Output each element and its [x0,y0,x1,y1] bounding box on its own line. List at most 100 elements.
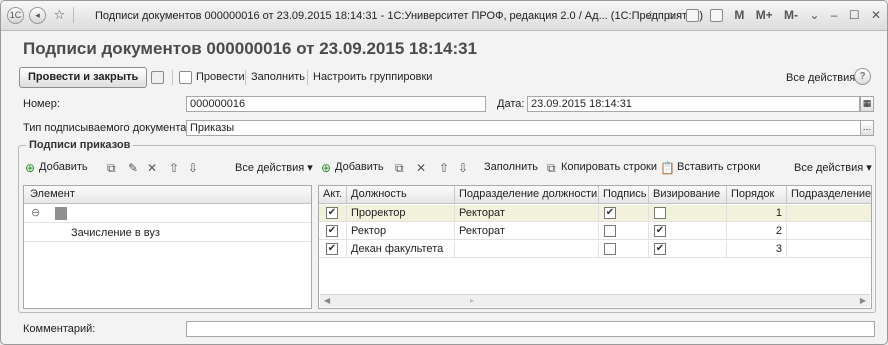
paste-icon[interactable]: 📋 [660,161,675,175]
number-field[interactable]: 000000016 [186,96,486,112]
department-cell[interactable] [455,241,599,258]
tree-row[interactable]: ⊖ [24,205,311,223]
move-down-icon[interactable]: ⇩ [188,161,198,175]
add-icon[interactable]: ⊕ [25,161,35,175]
calendar-icon[interactable]: ▦ [860,96,874,112]
visa-cell[interactable] [649,205,727,222]
menu-dropdown-icon[interactable]: ⌄ [809,8,819,22]
table-row[interactable]: ✔ Ректор Ректорат ✔ 2 [319,223,871,240]
col-signature[interactable]: Подпись [599,186,649,204]
separator [172,70,173,85]
visa-checkbox[interactable]: ✔ [654,225,666,237]
col-unit[interactable]: Подразделение [787,186,871,204]
visa-checkbox[interactable]: ✔ [654,243,666,255]
move-up-icon[interactable]: ⇧ [169,161,179,175]
active-checkbox[interactable]: ✔ [326,243,338,255]
visa-checkbox[interactable] [654,207,666,219]
order-cell[interactable]: 3 [727,241,787,258]
unit-cell[interactable] [787,241,871,258]
all-actions-menu[interactable]: Все действия ▾ [786,71,864,84]
post-and-close-button[interactable]: Провести и закрыть [19,67,148,88]
tree-row[interactable]: Зачисление в вуз [24,224,311,242]
signature-checkbox[interactable] [604,225,616,237]
col-order[interactable]: Порядок [727,186,787,204]
history-icon[interactable]: ⌂ [667,8,674,22]
post-icon[interactable] [179,71,192,84]
doc-type-label: Тип подписываемого документа: [23,122,190,134]
edit-icon[interactable]: ✎ [128,161,138,175]
col-active[interactable]: Акт. [319,186,347,204]
active-cell[interactable]: ✔ [319,241,347,258]
visa-cell[interactable]: ✔ [649,241,727,258]
ellipsis-icon[interactable]: … [860,120,874,136]
grid-all-actions-menu[interactable]: Все действия ▾ [794,161,872,174]
signature-cell[interactable] [599,223,649,240]
signature-cell[interactable] [599,241,649,258]
memory-mminus-button[interactable]: M- [784,8,798,22]
order-cell[interactable]: 1 [727,205,787,222]
unit-cell[interactable] [787,205,871,222]
horizontal-scrollbar[interactable]: ◀ ▸ ▶ [320,294,870,307]
col-position[interactable]: Должность [347,186,455,204]
scroll-thumb[interactable]: ▸ [470,296,474,305]
post-button[interactable]: Провести [196,71,245,83]
calculator-icon[interactable] [685,9,699,23]
grid-fill-button[interactable]: Заполнить [484,161,538,173]
doc-type-field[interactable]: Приказы [186,120,861,136]
signature-cell[interactable]: ✔ [599,205,649,222]
active-checkbox[interactable]: ✔ [326,207,338,219]
copy-rows-icon[interactable]: ⧉ [547,161,556,176]
col-department[interactable]: Подразделение должности [455,186,599,204]
back-icon[interactable]: ◂ [29,7,46,24]
active-checkbox[interactable]: ✔ [326,225,338,237]
tree-add-button[interactable]: Добавить [39,161,88,173]
scroll-left-icon[interactable]: ◀ [324,296,330,305]
comment-field[interactable] [186,321,875,337]
calendar-icon[interactable] [710,9,723,23]
active-cell[interactable]: ✔ [319,205,347,222]
signature-checkbox[interactable] [604,243,616,255]
copy-icon[interactable]: ⧉ [107,161,116,176]
save-icon[interactable] [151,71,164,84]
order-cell[interactable]: 2 [727,223,787,240]
help-icon[interactable]: ? [854,68,871,85]
maximize-icon[interactable]: ☐ [849,8,860,22]
unit-cell[interactable] [787,223,871,240]
copy-icon[interactable]: ⧉ [395,161,404,176]
department-cell[interactable]: Ректорат [455,223,599,240]
tree-all-actions-menu[interactable]: Все действия ▾ [235,161,313,174]
visa-cell[interactable]: ✔ [649,223,727,240]
collapse-icon[interactable]: ⊖ [31,206,40,219]
signature-checkbox[interactable]: ✔ [604,207,616,219]
app-logo-icon[interactable]: 1С [7,7,24,24]
move-down-icon[interactable]: ⇩ [458,161,468,175]
minimize-icon[interactable]: – [831,8,838,22]
paste-rows-button[interactable]: Вставить строки [677,161,760,173]
grid-add-button[interactable]: Добавить [335,161,384,173]
fill-button[interactable]: Заполнить [251,71,305,83]
active-cell[interactable]: ✔ [319,223,347,240]
elements-tree[interactable]: Элемент ⊖ Зачисление в вуз [23,185,312,309]
move-up-icon[interactable]: ⇧ [439,161,449,175]
position-cell[interactable]: Декан факультета [347,241,455,258]
memory-mplus-button[interactable]: M+ [756,8,773,22]
col-visa[interactable]: Визирование [649,186,727,204]
scroll-right-icon[interactable]: ▶ [860,296,866,305]
star-icon[interactable]: ☆ [51,7,68,24]
memory-m-button[interactable]: M [734,8,744,22]
position-cell[interactable]: Проректор [347,205,455,222]
close-icon[interactable]: ✕ [871,8,881,22]
favorite-icon[interactable]: ☆ [645,8,656,22]
signatures-grid[interactable]: Акт. Должность Подразделение должности П… [318,185,872,309]
table-row[interactable]: ✔ Декан факультета ✔ 3 [319,241,871,258]
tree-column-header[interactable]: Элемент [24,186,311,204]
configure-groupings-button[interactable]: Настроить группировки [313,71,432,83]
add-icon[interactable]: ⊕ [321,161,331,175]
copy-rows-button[interactable]: Копировать строки [561,161,657,173]
date-field[interactable]: 23.09.2015 18:14:31 [527,96,860,112]
department-cell[interactable]: Ректорат [455,205,599,222]
table-row[interactable]: ✔ Проректор Ректорат ✔ 1 [319,205,871,222]
position-cell[interactable]: Ректор [347,223,455,240]
delete-icon[interactable]: ✕ [147,161,157,175]
delete-icon[interactable]: ✕ [416,161,426,175]
